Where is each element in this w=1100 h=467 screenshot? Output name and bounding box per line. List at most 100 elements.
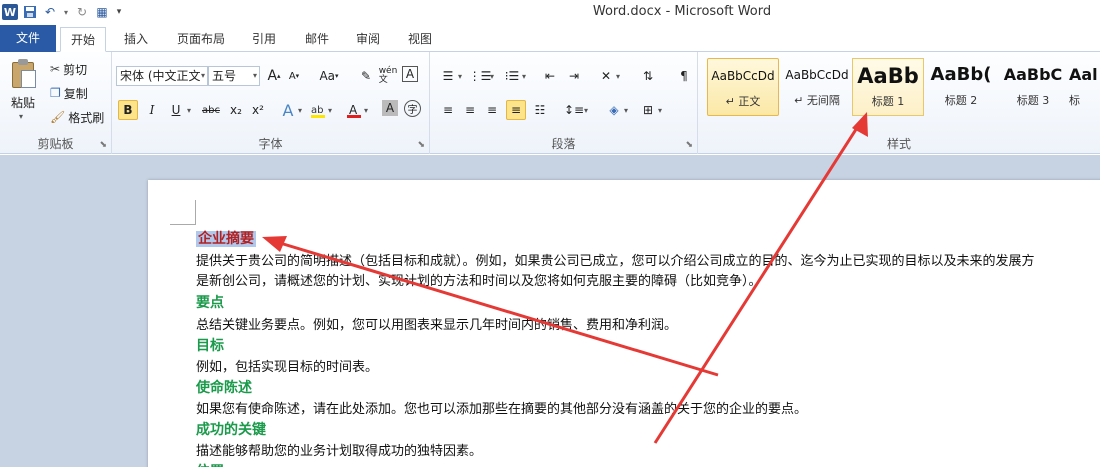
font-name-dropdown-icon[interactable]: ▾ — [201, 67, 205, 85]
borders-icon[interactable]: ⊞ — [638, 100, 658, 120]
underline-button[interactable]: U — [166, 100, 186, 120]
subscript-button[interactable]: x₂ — [226, 100, 246, 120]
document-paragraph[interactable]: 如果您有使命陈述，请在此处添加。您也可以添加那些在摘要的其他部分没有涵盖的关于您… — [196, 398, 807, 417]
multilevel-dropdown-icon[interactable]: ▾ — [522, 72, 526, 81]
tab-file[interactable]: 文件 — [0, 25, 56, 52]
bold-button[interactable]: B — [118, 100, 138, 120]
clipboard-launcher-icon[interactable]: ⬊ — [99, 140, 107, 150]
font-color-dropdown-icon[interactable]: ▾ — [364, 106, 368, 115]
chinese-layout-dropdown-icon[interactable]: ▾ — [616, 72, 620, 81]
enclose-char-icon[interactable]: 字 — [404, 100, 421, 117]
underline-icon: U — [171, 103, 181, 117]
distributed-icon[interactable]: ☷ — [530, 100, 550, 120]
paste-button[interactable]: 粘贴 — [11, 94, 35, 111]
align-left-icon[interactable]: ≡ — [438, 100, 458, 120]
tab-review[interactable]: 审阅 — [346, 27, 390, 52]
margin-marker — [195, 200, 196, 225]
char-border-icon[interactable]: A — [402, 66, 418, 82]
borders-dropdown-icon[interactable]: ▾ — [658, 106, 662, 115]
document-paragraph[interactable]: 是新创公司，请概述您的计划、实现计划的方法和时间以及您将如何克服主要的障碍（比如… — [196, 270, 762, 289]
paragraph-launcher-icon[interactable]: ⬊ — [685, 140, 693, 150]
decrease-indent-icon[interactable]: ⇤ — [540, 66, 560, 86]
increase-indent-icon[interactable]: ⇥ — [564, 66, 584, 86]
format-painter-button[interactable]: 🖌 格式刷 — [50, 108, 104, 126]
change-case-button[interactable]: Aa ▾ — [316, 66, 342, 86]
multilevel-list-icon[interactable]: ⁝☰ — [502, 66, 522, 86]
superscript-icon: x² — [252, 103, 264, 117]
show-marks-icon[interactable]: ¶ — [674, 66, 694, 86]
shading-dropdown-icon[interactable]: ▾ — [624, 106, 628, 115]
cut-button[interactable]: ✂ 剪切 — [50, 60, 87, 78]
chinese-layout-icon[interactable]: ✕ — [596, 66, 616, 86]
style-normal-sample: AaBbCcDd — [711, 69, 775, 83]
style-heading-2[interactable]: AaBb( 标题 2 — [925, 58, 997, 116]
char-shading-icon[interactable]: A — [382, 100, 398, 116]
superscript-button[interactable]: x² — [248, 100, 268, 120]
document-heading[interactable]: 位置 — [196, 461, 224, 467]
paste-icon[interactable] — [10, 58, 38, 90]
bullets-icon[interactable]: ☰ — [438, 66, 458, 86]
selected-heading[interactable]: 企业摘要 — [196, 228, 256, 248]
clipboard-group-label: 剪贴板 — [37, 137, 74, 151]
copy-button[interactable]: ❐ 复制 — [50, 84, 88, 102]
font-size-dropdown-icon[interactable]: ▾ — [253, 67, 257, 85]
style-title[interactable]: Aal 标 — [1069, 58, 1100, 116]
document-paragraph[interactable]: 总结关键业务要点。例如，您可以用图表来显示几年时间内的销售、费用和净利润。 — [196, 314, 677, 333]
window-title: Word.docx - Microsoft Word — [592, 4, 772, 19]
style-no-spacing[interactable]: AaBbCcDd ↵ 无间隔 — [781, 58, 853, 116]
document-heading[interactable]: 使命陈述 — [196, 377, 252, 397]
style-heading-1[interactable]: AaBb 标题 1 — [852, 58, 924, 116]
font-launcher-icon[interactable]: ⬊ — [417, 140, 425, 150]
styles-group-label: 样式 — [886, 137, 911, 151]
subscript-icon: x₂ — [230, 103, 242, 117]
font-name-combo[interactable]: 宋体 (中文正文 ▾ — [116, 66, 208, 86]
paste-dropdown-icon[interactable]: ▾ — [19, 112, 23, 121]
document-paragraph[interactable]: 提供关于贵公司的简明描述（包括目标和成就）。例如，如果贵公司已成立，您可以介绍公… — [196, 250, 1035, 269]
italic-button[interactable]: I — [142, 100, 162, 120]
document-page[interactable]: 企业摘要提供关于贵公司的简明描述（包括目标和成就）。例如，如果贵公司已成立，您可… — [148, 180, 1100, 467]
align-right-icon[interactable]: ≡ — [482, 100, 502, 120]
strikethrough-button[interactable]: abc — [198, 100, 224, 120]
underline-dropdown-icon[interactable]: ▾ — [187, 106, 191, 115]
style-normal-name: ↵ 正文 — [725, 95, 761, 108]
font-color-icon[interactable]: A — [344, 100, 364, 120]
document-heading[interactable]: 成功的关键 — [196, 419, 266, 439]
tab-page-layout[interactable]: 页面布局 — [170, 27, 232, 52]
document-heading[interactable]: 目标 — [196, 335, 224, 355]
style-no-spacing-name: ↵ 无间隔 — [794, 94, 840, 107]
styles-gallery: AaBbCcDd ↵ 正文 AaBbCcDd ↵ 无间隔 AaBb 标题 1 A… — [705, 58, 1100, 118]
highlight-dropdown-icon[interactable]: ▾ — [328, 106, 332, 115]
italic-icon: I — [149, 103, 155, 117]
style-heading-3[interactable]: AaBbC 标题 3 — [997, 58, 1069, 116]
clear-format-icon[interactable]: ✎ — [356, 66, 376, 86]
cut-label: 剪切 — [63, 62, 88, 77]
shading-icon[interactable]: ◈ — [604, 100, 624, 120]
phonetic-guide-icon[interactable]: wén 文 — [378, 66, 398, 86]
document-heading[interactable]: 要点 — [196, 292, 224, 312]
style-heading-1-sample: AaBb — [857, 64, 919, 88]
grow-font-icon: A — [267, 68, 278, 84]
line-spacing-icon[interactable]: ↕≡ — [564, 100, 584, 120]
align-center-icon[interactable]: ≡ — [460, 100, 480, 120]
document-paragraph[interactable]: 描述能够帮助您的业务计划取得成功的独特因素。 — [196, 440, 482, 459]
text-effects-icon[interactable]: A — [278, 100, 298, 120]
document-paragraph[interactable]: 例如，包括实现目标的时间表。 — [196, 356, 378, 375]
justify-icon[interactable]: ≡ — [506, 100, 526, 120]
sort-icon[interactable]: ⇅ — [638, 66, 658, 86]
text-effects-dropdown-icon[interactable]: ▾ — [298, 106, 302, 115]
highlight-icon[interactable]: ab — [308, 100, 328, 120]
tab-insert[interactable]: 插入 — [112, 27, 160, 52]
tab-home[interactable]: 开始 — [60, 27, 106, 52]
document-area[interactable]: 企业摘要提供关于贵公司的简明描述（包括目标和成就）。例如，如果贵公司已成立，您可… — [0, 155, 1100, 467]
font-size-combo[interactable]: 五号 ▾ — [208, 66, 260, 86]
bullets-dropdown-icon[interactable]: ▾ — [458, 72, 462, 81]
tab-mailings[interactable]: 邮件 — [295, 27, 339, 52]
style-normal[interactable]: AaBbCcDd ↵ 正文 — [707, 58, 779, 116]
line-spacing-dropdown-icon[interactable]: ▾ — [584, 106, 588, 115]
grow-font-button[interactable]: A ▴ — [264, 66, 284, 86]
numbering-dropdown-icon[interactable]: ▾ — [490, 72, 494, 81]
tab-references[interactable]: 引用 — [242, 27, 286, 52]
shrink-font-button[interactable]: A ▾ — [284, 66, 304, 86]
tab-view[interactable]: 视图 — [398, 27, 442, 52]
numbering-icon[interactable]: ⋮☰ — [469, 66, 492, 86]
